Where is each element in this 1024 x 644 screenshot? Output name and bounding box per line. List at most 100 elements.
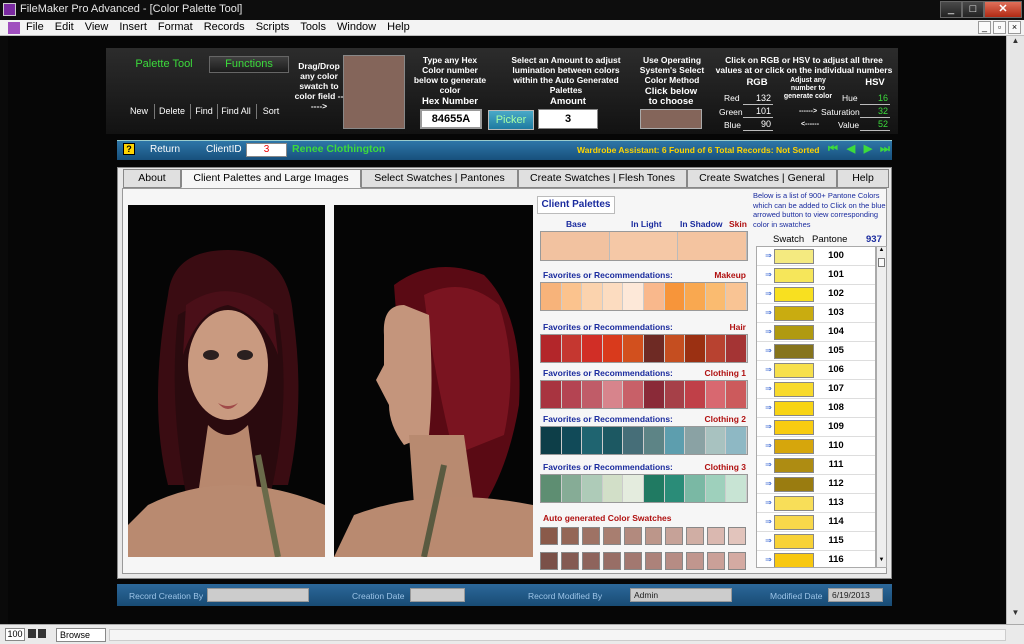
color-swatch[interactable] [602, 427, 624, 454]
menu-records[interactable]: Records [204, 21, 245, 33]
color-swatch[interactable] [582, 335, 603, 362]
help-icon[interactable]: ? [123, 143, 135, 155]
functions-tab[interactable]: Functions [209, 56, 289, 73]
skin-swatch[interactable] [609, 232, 679, 260]
scroll-up-icon[interactable]: ▲ [1009, 36, 1022, 50]
color-swatch[interactable] [623, 283, 644, 310]
auto-swatch[interactable] [728, 552, 747, 570]
color-swatch[interactable] [582, 283, 603, 310]
auto-swatch[interactable] [728, 527, 747, 545]
hex-number-field[interactable]: 84655A [420, 109, 482, 129]
red-field[interactable]: 132 [743, 92, 773, 105]
color-swatch[interactable] [602, 475, 624, 502]
tab-flesh-tones[interactable]: Create Swatches | Flesh Tones [518, 169, 687, 188]
auto-swatch[interactable] [540, 552, 558, 570]
color-swatch[interactable] [726, 381, 747, 408]
color-swatch[interactable] [705, 427, 727, 454]
color-swatch[interactable] [664, 475, 686, 502]
pantone-swatch[interactable] [774, 306, 814, 321]
auto-swatch[interactable] [623, 527, 642, 545]
zoom-level[interactable]: 100 [5, 628, 25, 641]
menu-tools[interactable]: Tools [300, 21, 326, 33]
new-button[interactable]: New [126, 104, 152, 119]
menu-file[interactable]: File [26, 21, 44, 33]
blue-field[interactable]: 90 [743, 118, 773, 131]
pantone-swatch[interactable] [774, 439, 814, 454]
pantone-swatch[interactable] [774, 515, 814, 530]
color-swatch[interactable] [705, 475, 727, 502]
hsv-button[interactable]: HSV [857, 77, 893, 88]
tab-select-swatches[interactable]: Select Swatches | Pantones [361, 169, 518, 188]
auto-swatch[interactable] [665, 527, 684, 545]
view-swatch-arrow-icon[interactable]: ⇒ [763, 516, 774, 528]
color-swatch[interactable] [561, 283, 583, 310]
color-swatch[interactable] [726, 335, 747, 362]
pantone-swatch[interactable] [774, 249, 814, 264]
skin-swatch[interactable] [678, 232, 748, 260]
scroll-thumb[interactable] [878, 258, 885, 267]
saturation-field[interactable]: 32 [860, 105, 890, 118]
pantone-swatch[interactable] [774, 420, 814, 435]
scroll-down-icon[interactable]: ▼ [1009, 608, 1022, 622]
color-swatch[interactable] [643, 427, 665, 454]
auto-swatch[interactable] [707, 552, 726, 570]
auto-swatch[interactable] [560, 527, 579, 545]
color-swatch[interactable] [541, 283, 562, 310]
view-swatch-arrow-icon[interactable]: ⇒ [763, 459, 774, 471]
color-swatch[interactable] [643, 475, 665, 502]
pantone-swatch[interactable] [774, 553, 814, 567]
mdi-restore-button[interactable]: ▫ [993, 21, 1006, 34]
menu-view[interactable]: View [85, 21, 109, 33]
pantone-swatch[interactable] [774, 458, 814, 473]
skin-swatch[interactable] [541, 232, 610, 260]
auto-swatch[interactable] [540, 527, 558, 545]
menu-window[interactable]: Window [337, 21, 376, 33]
view-swatch-arrow-icon[interactable]: ⇒ [763, 440, 774, 452]
previous-record-icon[interactable]: ◀ [845, 143, 857, 155]
auto-swatch[interactable] [665, 552, 684, 570]
view-swatch-arrow-icon[interactable]: ⇒ [763, 554, 774, 566]
delete-button[interactable]: Delete [157, 104, 187, 119]
color-swatch[interactable] [541, 427, 562, 454]
color-swatch[interactable] [685, 475, 706, 502]
color-swatch[interactable] [705, 283, 727, 310]
view-swatch-arrow-icon[interactable]: ⇒ [763, 478, 774, 490]
color-swatch[interactable] [602, 283, 624, 310]
mdi-minimize-button[interactable]: _ [978, 21, 991, 34]
picker-button[interactable]: Picker [488, 110, 534, 130]
color-swatch[interactable] [643, 335, 665, 362]
color-swatch[interactable] [541, 381, 562, 408]
document-icon[interactable] [8, 22, 20, 34]
menu-format[interactable]: Format [158, 21, 193, 33]
auto-swatch[interactable] [602, 552, 621, 570]
view-swatch-arrow-icon[interactable]: ⇒ [763, 250, 774, 262]
auto-swatch[interactable] [581, 552, 600, 570]
mdi-close-button[interactable]: × [1008, 21, 1021, 34]
color-swatch[interactable] [623, 475, 644, 502]
clientid-field[interactable]: 3 [246, 143, 287, 157]
pantone-scrollbar[interactable]: ▲ ▼ [876, 246, 887, 568]
auto-swatch[interactable] [623, 552, 642, 570]
color-swatch[interactable] [685, 381, 706, 408]
color-swatch[interactable] [602, 381, 624, 408]
color-swatch[interactable] [726, 427, 747, 454]
window-vertical-scrollbar[interactable]: ▲ ▼ [1006, 36, 1024, 624]
color-swatch[interactable] [726, 283, 747, 310]
menu-help[interactable]: Help [387, 21, 410, 33]
color-swatch[interactable] [664, 381, 686, 408]
value-field[interactable]: 52 [860, 118, 890, 131]
view-mode-icons[interactable] [28, 629, 58, 640]
view-swatch-arrow-icon[interactable]: ⇒ [763, 345, 774, 357]
color-swatch[interactable] [643, 283, 665, 310]
color-swatch[interactable] [685, 335, 706, 362]
scroll-down-icon[interactable]: ▼ [877, 557, 886, 567]
tab-create-general[interactable]: Create Swatches | General [687, 169, 837, 188]
tab-about[interactable]: About [123, 169, 181, 188]
color-swatch[interactable] [623, 335, 644, 362]
amount-field[interactable]: 3 [538, 109, 598, 129]
color-swatch[interactable] [685, 427, 706, 454]
view-swatch-arrow-icon[interactable]: ⇒ [763, 269, 774, 281]
horizontal-scrollbar[interactable] [109, 629, 1006, 641]
rgb-button[interactable]: RGB [737, 77, 777, 88]
color-swatch[interactable] [664, 283, 686, 310]
